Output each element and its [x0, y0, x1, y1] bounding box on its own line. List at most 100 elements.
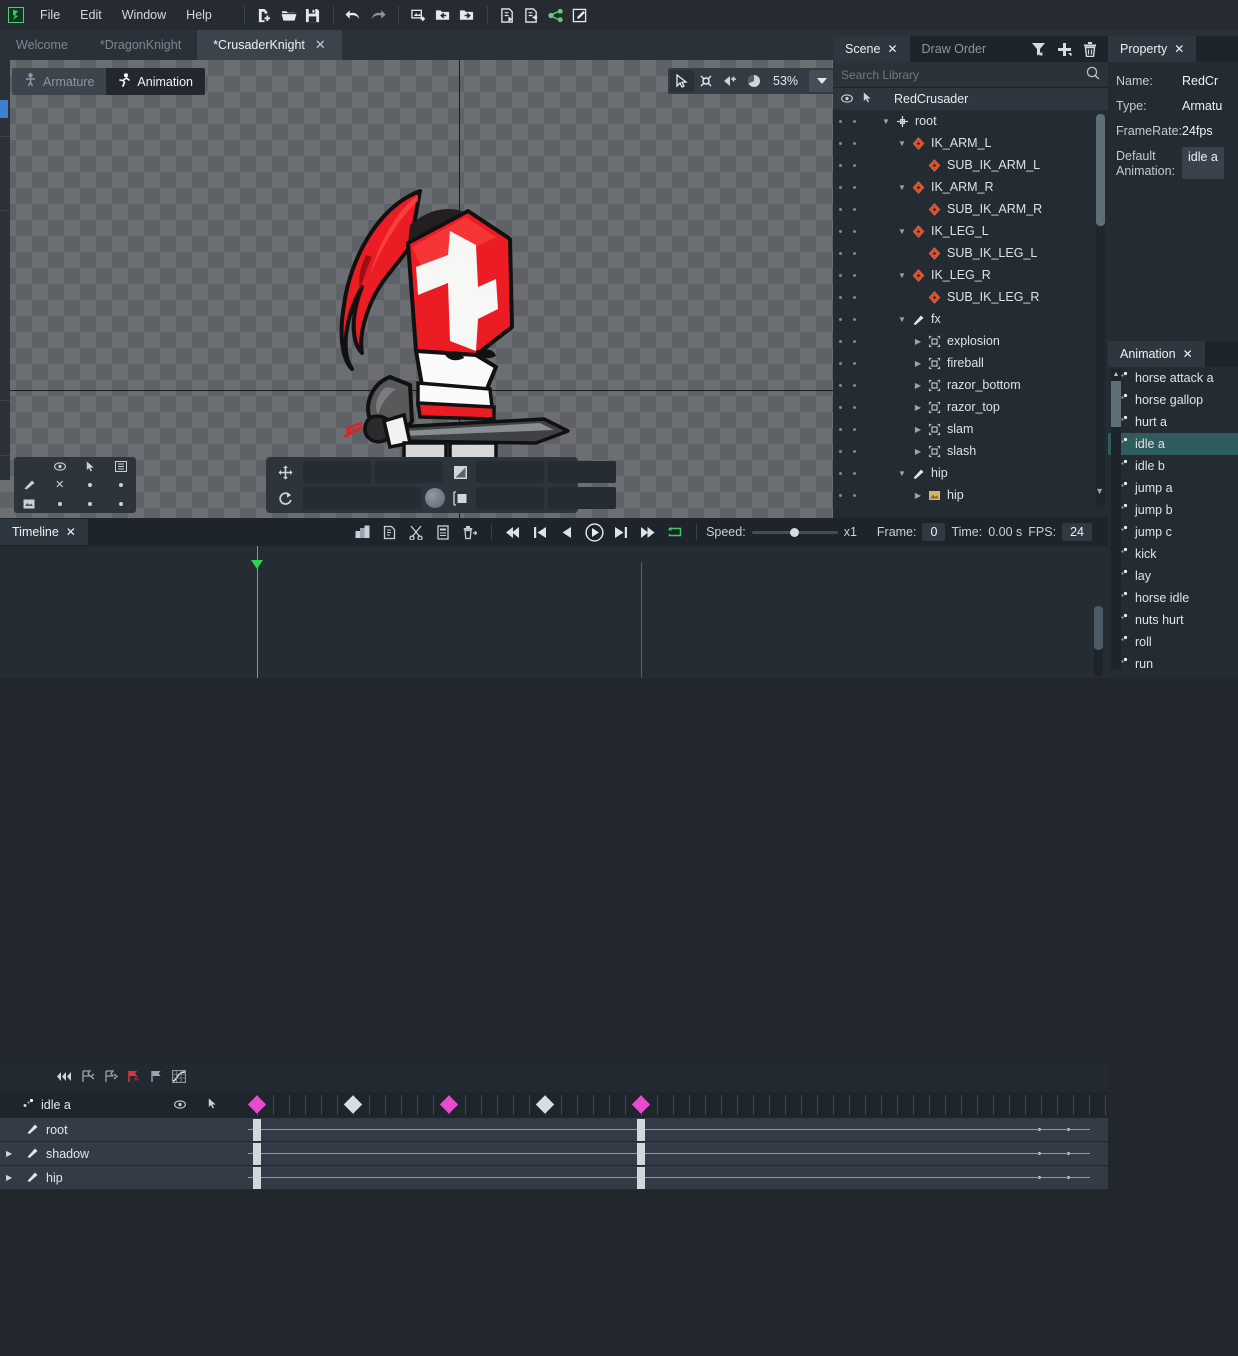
prev-frame-marker-icon[interactable] [81, 1070, 95, 1086]
visibility-toggle[interactable] [833, 383, 847, 387]
scale-icon[interactable] [453, 461, 468, 483]
lock-toggle[interactable] [847, 141, 861, 145]
lock-toggle[interactable] [847, 317, 861, 321]
cut-icon[interactable] [404, 521, 428, 543]
visibility-toggle[interactable] [833, 295, 847, 299]
undo-icon[interactable] [342, 3, 366, 27]
visibility-toggle[interactable] [833, 207, 847, 211]
grid-dot[interactable] [75, 476, 106, 495]
edit-icon[interactable] [568, 3, 592, 27]
scrollbar-thumb[interactable] [1111, 381, 1121, 427]
scene-tree-row-hip[interactable]: ▼ hip [833, 462, 1108, 484]
animation-list-item-kick[interactable]: kick [1108, 543, 1238, 565]
scene-tree-row-root[interactable]: ▼ root [833, 110, 1108, 132]
import-project-icon[interactable] [431, 3, 455, 27]
export-data-icon[interactable] [496, 3, 520, 27]
menu-edit[interactable]: Edit [70, 4, 112, 26]
move-icon[interactable] [278, 461, 293, 483]
prev-keyframe-icon[interactable] [528, 521, 552, 543]
chevron-right-icon[interactable]: ▶ [911, 447, 925, 456]
lock-toggle[interactable] [847, 427, 861, 431]
chevron-right-icon[interactable]: ▶ [911, 337, 925, 346]
timeline-vertical-scrollbar[interactable] [1094, 606, 1103, 676]
copy-frames-icon[interactable] [350, 521, 374, 543]
animation-list-item-horse-attack-a[interactable]: horse attack a [1108, 367, 1238, 389]
chevron-right-icon[interactable]: ▶ [6, 1173, 19, 1182]
track-keyframe-block[interactable] [253, 1119, 261, 1141]
tab-animation[interactable]: Animation [106, 68, 205, 95]
delete-frames-icon[interactable] [458, 521, 482, 543]
visibility-toggle[interactable] [833, 251, 847, 255]
fps-value[interactable]: 24 [1062, 523, 1092, 541]
timeline-track-hip[interactable]: ▶ hip [0, 1166, 1108, 1190]
chevron-down-icon[interactable]: ▼ [895, 271, 909, 280]
scene-tree-row-razor_top[interactable]: ▶ razor_top [833, 396, 1108, 418]
visibility-toggle[interactable] [833, 119, 847, 123]
lock-toggle[interactable] [847, 295, 861, 299]
scene-tree-row-slam[interactable]: ▶ slam [833, 418, 1108, 440]
export-texture-icon[interactable] [520, 3, 544, 27]
bone-icon[interactable] [14, 476, 45, 495]
visibility-toggle[interactable] [833, 493, 847, 497]
lock-toggle[interactable] [847, 471, 861, 475]
doc-tab-dragonknight[interactable]: *DragonKnight [84, 30, 197, 60]
chevron-down-icon[interactable] [809, 70, 833, 92]
timeline-track-root[interactable]: root [0, 1118, 1108, 1142]
scroll-down-arrow-icon[interactable]: ▼ [1095, 486, 1104, 496]
playhead-handle[interactable] [251, 560, 263, 569]
menu-file[interactable]: File [30, 4, 70, 26]
flag-icon[interactable] [150, 1070, 163, 1086]
share-icon[interactable] [544, 3, 568, 27]
visibility-toggle[interactable] [833, 317, 847, 321]
scale-y-field[interactable] [548, 461, 616, 483]
step-forward-icon[interactable] [609, 521, 633, 543]
chevron-right-icon[interactable]: ▶ [911, 381, 925, 390]
skip-end-icon[interactable] [636, 521, 660, 543]
scroll-up-arrow-icon[interactable]: ▲ [1111, 369, 1121, 379]
grid-dot[interactable] [45, 494, 76, 513]
scene-tree-row-ik_leg_r[interactable]: ▼ IK_LEG_R [833, 264, 1108, 286]
visibility-toggle[interactable] [833, 141, 847, 145]
chevron-down-icon[interactable]: ▼ [895, 183, 909, 192]
timeline-tracks[interactable]: idle a root ▶ shadow ▶ hip [0, 1092, 1108, 1196]
rotation-dial[interactable] [425, 488, 445, 508]
tab-draw-order[interactable]: Draw Order [910, 36, 999, 62]
scene-tree-row-sub_ik_arm_r[interactable]: SUB_IK_ARM_R [833, 198, 1108, 220]
scene-tree-row-ik_arm_l[interactable]: ▼ IK_ARM_L [833, 132, 1108, 154]
animation-list-item-idle-a[interactable]: idle a [1108, 433, 1238, 455]
export-project-icon[interactable] [455, 3, 479, 27]
close-icon[interactable]: ✕ [887, 42, 897, 56]
scene-tree[interactable]: ▼ ▼ root ▼ IK_ARM_L SUB_IK_ARM_L ▼ IK_ARM_R SUB… [833, 110, 1108, 510]
onion-skin-grid-widget[interactable]: ✕ [14, 457, 136, 513]
filter-icon[interactable] [1026, 38, 1050, 60]
track-keyframe-block[interactable] [637, 1119, 645, 1141]
scene-tree-row-explosion[interactable]: ▶ explosion [833, 330, 1108, 352]
play-icon[interactable] [582, 521, 606, 543]
cursor-icon[interactable] [208, 1098, 217, 1112]
chevron-down-icon[interactable]: ▼ [895, 469, 909, 478]
close-icon[interactable]: ✕ [1183, 347, 1193, 361]
scene-tree-row-fireball[interactable]: ▶ fireball [833, 352, 1108, 374]
save-icon[interactable] [301, 3, 325, 27]
scale-x-field[interactable] [476, 461, 544, 483]
lock-toggle[interactable] [847, 185, 861, 189]
collapsed-left-panel[interactable] [0, 60, 10, 480]
tab-armature[interactable]: Armature [12, 68, 106, 95]
skip-start-icon[interactable] [501, 521, 525, 543]
lock-toggle[interactable] [847, 493, 861, 497]
track-keyframe-block[interactable] [637, 1167, 645, 1189]
scene-tree-row-fx[interactable]: ▼ fx [833, 308, 1108, 330]
rotation-field[interactable] [303, 487, 421, 509]
lock-toggle[interactable] [847, 339, 861, 343]
grid-dot[interactable] [106, 476, 137, 495]
scene-tree-row-sub_ik_leg_l[interactable]: SUB_IK_LEG_L [833, 242, 1108, 264]
animation-list-scrollbar[interactable] [1111, 369, 1121, 669]
curve-editor-icon[interactable] [172, 1070, 186, 1086]
animation-list-item-horse-idle[interactable]: horse idle [1108, 587, 1238, 609]
new-file-icon[interactable] [253, 3, 277, 27]
cursor-icon[interactable] [863, 92, 872, 106]
add-icon[interactable] [1052, 38, 1076, 60]
grid-dot[interactable] [106, 494, 137, 513]
close-icon[interactable]: ✕ [45, 476, 76, 495]
visibility-toggle[interactable] [833, 405, 847, 409]
